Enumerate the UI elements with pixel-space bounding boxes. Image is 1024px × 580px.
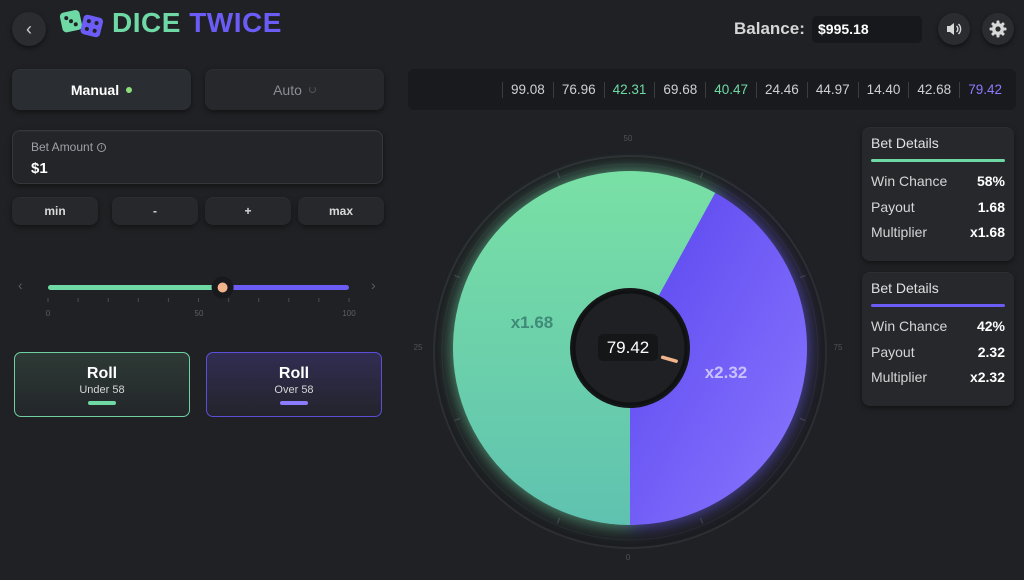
win-chance-value: 58% [976,173,1005,189]
roll-over-button[interactable]: Roll Over 58 [206,352,382,417]
slider-right-arrow-icon[interactable]: › [371,277,376,293]
info-icon[interactable]: i [97,142,107,152]
max-button[interactable]: max [298,197,384,225]
logo-text-twice: TWICE [189,7,282,38]
bet-amount-value: $1 [31,160,48,177]
speaker-icon [947,23,962,35]
payout-value: 2.32 [977,343,1005,360]
app-logo: DICE TWICE [58,6,282,40]
decrease-button[interactable]: - [112,197,198,225]
details-over-accent [871,304,1005,307]
slider-max-label: 100 [342,309,356,318]
history-item: 14.40 [857,81,909,98]
wheel-tick-label-right: 75 [834,343,843,352]
increase-button[interactable]: + [205,197,291,225]
roll-over-subtitle: Over 58 [274,383,314,396]
multiplier-label: Multiplier [871,369,928,385]
wheel-tick-label-top: 50 [624,134,633,143]
bet-details-under: Bet Details Win Chance 58% Payout 1.68 Mul… [862,127,1014,261]
multiplier-label: Multiplier [871,224,928,240]
tab-manual-label: Manual [70,81,120,98]
balance-value: $995.18 [812,16,922,43]
logo-text-dice: DICE [112,7,181,38]
history-item: 44.97 [806,81,858,98]
history-item: 24.46 [756,81,807,98]
win-chance-value: 42% [976,318,1005,334]
history-item: 99.08 [502,81,553,98]
multiplier-value: x2.32 [969,369,1005,385]
history-item: 69.68 [654,81,705,98]
payout-label: Payout [871,198,915,215]
multiplier-value: x1.68 [969,224,1005,240]
roll-under-indicator [88,400,116,405]
slider-mid-label: 50 [195,309,204,318]
history-item: 40.47 [705,81,756,98]
tab-manual[interactable]: Manual [12,69,191,110]
spinner-icon [308,86,316,93]
roll-result-value: 79.42 [598,334,658,361]
dice-icon [59,10,104,38]
wheel-over-multiplier: x2.32 [705,363,748,382]
balance-label: Balance: [734,19,805,38]
slider-left-arrow-icon[interactable]: ‹ [18,277,23,293]
gear-icon [989,20,1007,38]
win-chance-label: Win Chance [871,173,948,189]
history-item: 42.68 [908,81,959,98]
wheel-tick-label-left: 25 [414,343,423,352]
details-under-accent [871,159,1005,162]
results-history: 99.08 76.96 42.31 69.68 40.47 24.46 44.97 14.40… [408,69,1016,110]
details-over-title: Bet Details [871,280,939,296]
win-chance-label: Win Chance [871,318,948,334]
sound-button[interactable] [938,13,970,45]
history-item: 79.42 [959,81,1010,98]
bet-amount-label: Bet Amount [31,140,94,154]
history-item: 76.96 [552,81,604,98]
payout-label: Payout [871,343,915,360]
slider-track[interactable]: 0 50 100 [42,270,358,322]
slider-min-label: 0 [46,309,51,318]
bet-amount-field[interactable]: Bet Amount i $1 [12,130,383,184]
settings-button[interactable] [982,13,1014,45]
wheel-under-multiplier: x1.68 [511,313,554,332]
roll-under-title: Roll [86,364,118,382]
roll-over-indicator [280,400,308,405]
roll-over-title: Roll [278,364,310,382]
tab-auto[interactable]: Auto [205,69,384,110]
active-dot-icon [126,86,133,93]
chevron-left-icon: ‹ [26,18,32,39]
roll-slider: ‹ › 0 50 100 [12,262,387,322]
roll-under-button[interactable]: Roll Under 58 [14,352,190,417]
bet-details-over: Bet Details Win Chance 42% Payout 2.32 Mul… [862,272,1014,406]
details-under-title: Bet Details [871,135,939,151]
tab-auto-label: Auto [273,81,302,98]
back-button[interactable]: ‹ [12,12,46,46]
min-button[interactable]: min [12,197,98,225]
wheel-tick-label-bottom: 0 [626,553,631,562]
roll-under-subtitle: Under 58 [79,383,125,396]
history-item: 42.31 [603,81,655,98]
payout-value: 1.68 [977,198,1005,215]
